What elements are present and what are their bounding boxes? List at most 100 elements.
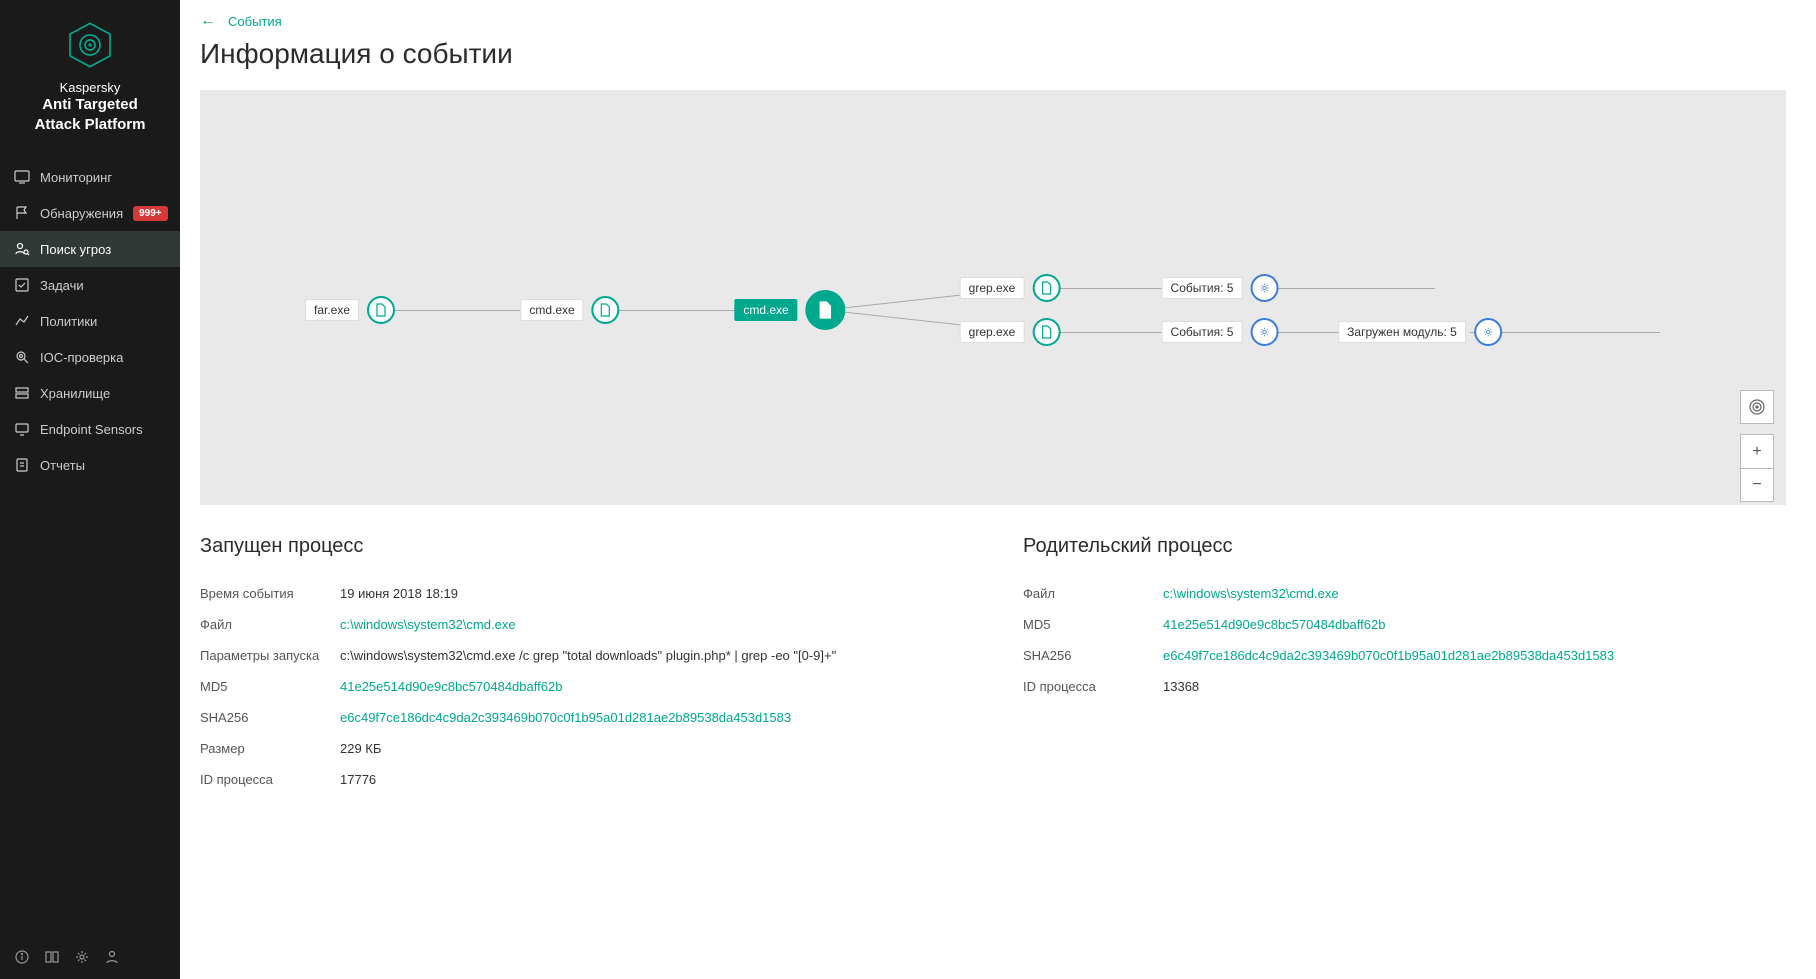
nav-label: Endpoint Sensors bbox=[40, 422, 143, 437]
launched-process-column: Запущен процесс Время события19 июня 201… bbox=[200, 535, 963, 803]
logo-area: Kaspersky Anti Targeted Attack Platform bbox=[0, 0, 180, 159]
graph-node-grep1[interactable]: grep.exe bbox=[960, 274, 1061, 302]
center-view-button[interactable] bbox=[1740, 390, 1774, 424]
field-value-link[interactable]: e6c49f7ce186dc4c9da2c393469b070c0f1b95a0… bbox=[340, 710, 791, 725]
brand-name: Kaspersky bbox=[10, 80, 170, 95]
graph-node-grep2[interactable]: grep.exe bbox=[960, 318, 1061, 346]
page-title: Информация о событии bbox=[200, 38, 1786, 70]
product-name-1: Anti Targeted bbox=[10, 95, 170, 115]
field-value-link[interactable]: e6c49f7ce186dc4c9da2c393469b070c0f1b95a0… bbox=[1163, 648, 1614, 663]
file-icon bbox=[592, 296, 620, 324]
field-value-link[interactable]: c:\windows\system32\cmd.exe bbox=[1163, 586, 1339, 601]
field-value-link[interactable]: 41e25e514d90e9c8bc570484dbaff62b bbox=[340, 679, 562, 694]
field-value: 229 КБ bbox=[340, 741, 381, 756]
node-label: События: 5 bbox=[1162, 321, 1243, 343]
nav-label: Поиск угроз bbox=[40, 242, 111, 257]
book-icon[interactable] bbox=[44, 949, 60, 965]
graph-node-loaded[interactable]: Загружен модуль: 5 bbox=[1338, 318, 1502, 346]
file-icon bbox=[367, 296, 395, 324]
details-section: Запущен процесс Время события19 июня 201… bbox=[200, 535, 1786, 803]
nav-ioc[interactable]: IOC-проверка bbox=[0, 339, 180, 375]
nav-label: Задачи bbox=[40, 278, 84, 293]
field-label: Время события bbox=[200, 586, 340, 601]
file-icon bbox=[1032, 318, 1060, 346]
nav-label: Отчеты bbox=[40, 458, 85, 473]
field-value: c:\windows\system32\cmd.exe /c grep "tot… bbox=[340, 648, 836, 663]
field-label: Параметры запуска bbox=[200, 648, 340, 663]
nav-label: IOC-проверка bbox=[40, 350, 123, 365]
field-label: SHA256 bbox=[200, 710, 340, 725]
graph-node-far[interactable]: far.exe bbox=[305, 296, 395, 324]
section-title: Родительский процесс bbox=[1023, 535, 1786, 558]
node-label: grep.exe bbox=[960, 277, 1025, 299]
nav-label: Обнаружения bbox=[40, 206, 123, 221]
sidebar-footer bbox=[0, 935, 180, 979]
field-label: Файл bbox=[1023, 586, 1163, 601]
chart-icon bbox=[14, 313, 30, 329]
field-label: SHA256 bbox=[1023, 648, 1163, 663]
field-label: Файл bbox=[200, 617, 340, 632]
gear-icon bbox=[1250, 274, 1278, 302]
field-label: MD5 bbox=[1023, 617, 1163, 632]
sidebar: Kaspersky Anti Targeted Attack Platform … bbox=[0, 0, 180, 979]
field-value: 19 июня 2018 18:19 bbox=[340, 586, 458, 601]
graph-controls: + − bbox=[1740, 390, 1774, 502]
graph-edge bbox=[1255, 288, 1435, 289]
brand-logo-icon bbox=[65, 20, 115, 70]
node-label: cmd.exe bbox=[520, 299, 583, 321]
process-graph[interactable]: far.exe cmd.exe cmd.exe grep.exe grep.ex… bbox=[200, 90, 1786, 505]
report-icon bbox=[14, 457, 30, 473]
node-label: cmd.exe bbox=[734, 299, 797, 321]
back-arrow-icon[interactable]: ← bbox=[200, 12, 216, 30]
breadcrumb: ← События bbox=[200, 12, 1786, 30]
nav-monitoring[interactable]: Мониторинг bbox=[0, 159, 180, 195]
gear-icon bbox=[1250, 318, 1278, 346]
node-label: far.exe bbox=[305, 299, 359, 321]
product-name-2: Attack Platform bbox=[10, 115, 170, 135]
nav-storage[interactable]: Хранилище bbox=[0, 375, 180, 411]
field-label: ID процесса bbox=[200, 772, 340, 787]
nav-label: Хранилище bbox=[40, 386, 110, 401]
zoom-in-button[interactable]: + bbox=[1740, 434, 1774, 468]
nav-detections[interactable]: Обнаружения 999+ bbox=[0, 195, 180, 231]
info-icon[interactable] bbox=[14, 949, 30, 965]
file-icon bbox=[806, 290, 846, 330]
node-label: Загружен модуль: 5 bbox=[1338, 321, 1466, 343]
nav-tasks[interactable]: Задачи bbox=[0, 267, 180, 303]
nav-label: Политики bbox=[40, 314, 97, 329]
nav-reports[interactable]: Отчеты bbox=[0, 447, 180, 483]
main-content: ← События Информация о событии far.exe c… bbox=[180, 0, 1816, 979]
user-icon[interactable] bbox=[104, 949, 120, 965]
ioc-icon bbox=[14, 349, 30, 365]
field-value-link[interactable]: 41e25e514d90e9c8bc570484dbaff62b bbox=[1163, 617, 1385, 632]
graph-edge bbox=[377, 310, 533, 311]
monitor-icon bbox=[14, 169, 30, 185]
field-value-link[interactable]: c:\windows\system32\cmd.exe bbox=[340, 617, 516, 632]
storage-icon bbox=[14, 385, 30, 401]
graph-node-events1[interactable]: События: 5 bbox=[1162, 274, 1279, 302]
nav-policies[interactable]: Политики bbox=[0, 303, 180, 339]
graph-node-events2[interactable]: События: 5 bbox=[1162, 318, 1279, 346]
graph-node-cmd2-active[interactable]: cmd.exe bbox=[734, 290, 845, 330]
gear-icon[interactable] bbox=[74, 949, 90, 965]
flag-icon bbox=[14, 205, 30, 221]
breadcrumb-link[interactable]: События bbox=[228, 14, 282, 29]
field-label: Размер bbox=[200, 741, 340, 756]
nav-label: Мониторинг bbox=[40, 170, 112, 185]
gear-icon bbox=[1474, 318, 1502, 346]
field-value: 17776 bbox=[340, 772, 376, 787]
graph-node-cmd1[interactable]: cmd.exe bbox=[520, 296, 619, 324]
field-label: MD5 bbox=[200, 679, 340, 694]
node-label: События: 5 bbox=[1162, 277, 1243, 299]
badge-count: 999+ bbox=[133, 206, 168, 221]
node-label: grep.exe bbox=[960, 321, 1025, 343]
file-icon bbox=[1032, 274, 1060, 302]
section-title: Запущен процесс bbox=[200, 535, 963, 558]
nav-endpoint[interactable]: Endpoint Sensors bbox=[0, 411, 180, 447]
zoom-out-button[interactable]: − bbox=[1740, 468, 1774, 502]
search-person-icon bbox=[14, 241, 30, 257]
nav: Мониторинг Обнаружения 999+ Поиск угроз … bbox=[0, 159, 180, 935]
endpoint-icon bbox=[14, 421, 30, 437]
check-icon bbox=[14, 277, 30, 293]
nav-threat-search[interactable]: Поиск угроз bbox=[0, 231, 180, 267]
